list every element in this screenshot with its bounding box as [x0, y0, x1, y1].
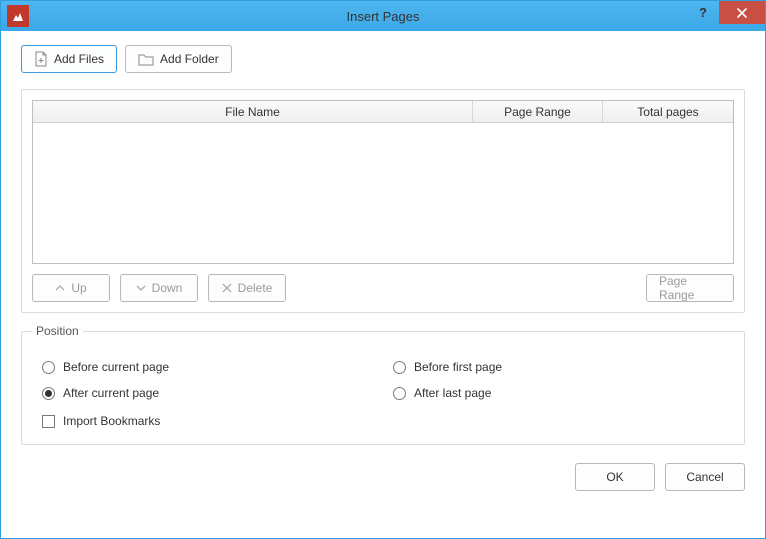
position-group: Position Before current page Before firs… — [21, 331, 745, 445]
table-body[interactable] — [33, 123, 733, 263]
app-icon — [7, 5, 29, 27]
ok-label: OK — [606, 470, 623, 484]
radio-icon — [393, 361, 406, 374]
ok-button[interactable]: OK — [575, 463, 655, 491]
radio-icon — [393, 387, 406, 400]
radio-icon — [42, 387, 55, 400]
position-legend: Position — [32, 324, 83, 338]
radio-icon — [42, 361, 55, 374]
files-group: File Name Page Range Total pages Up Down — [21, 89, 745, 313]
delete-label: Delete — [238, 281, 273, 295]
column-total-pages[interactable]: Total pages — [603, 101, 733, 122]
column-page-range[interactable]: Page Range — [473, 101, 603, 122]
move-up-button[interactable]: Up — [32, 274, 110, 302]
cancel-button[interactable]: Cancel — [665, 463, 745, 491]
add-files-button[interactable]: Add Files — [21, 45, 117, 73]
page-range-button[interactable]: Page Range — [646, 274, 734, 302]
chevron-up-icon — [55, 284, 65, 292]
files-table: File Name Page Range Total pages — [32, 100, 734, 264]
add-files-label: Add Files — [54, 52, 104, 66]
radio-label: After last page — [414, 386, 491, 400]
add-folder-button[interactable]: Add Folder — [125, 45, 232, 73]
radio-before-current[interactable]: Before current page — [42, 360, 373, 374]
file-actions-row: Up Down Delete Page Range — [32, 274, 734, 302]
radio-label: After current page — [63, 386, 159, 400]
table-header: File Name Page Range Total pages — [33, 101, 733, 123]
add-folder-label: Add Folder — [160, 52, 219, 66]
page-range-label: Page Range — [659, 274, 721, 302]
folder-plus-icon — [138, 52, 154, 66]
radio-before-first[interactable]: Before first page — [393, 360, 724, 374]
import-bookmarks-checkbox[interactable]: Import Bookmarks — [42, 414, 724, 428]
column-file-name[interactable]: File Name — [33, 101, 473, 122]
import-bookmarks-label: Import Bookmarks — [63, 414, 160, 428]
delete-button[interactable]: Delete — [208, 274, 286, 302]
dialog-footer: OK Cancel — [21, 463, 745, 491]
position-radio-grid: Before current page Before first page Af… — [42, 360, 724, 400]
cancel-label: Cancel — [686, 470, 723, 484]
add-toolbar: Add Files Add Folder — [21, 45, 745, 73]
close-button[interactable] — [719, 1, 765, 24]
file-plus-icon — [34, 51, 48, 67]
radio-label: Before current page — [63, 360, 169, 374]
radio-after-current[interactable]: After current page — [42, 386, 373, 400]
titlebar: Insert Pages ? — [1, 1, 765, 31]
x-icon — [222, 283, 232, 293]
radio-after-last[interactable]: After last page — [393, 386, 724, 400]
move-down-button[interactable]: Down — [120, 274, 198, 302]
move-up-label: Up — [71, 281, 86, 295]
help-button[interactable]: ? — [687, 1, 719, 24]
window-title: Insert Pages — [1, 9, 765, 24]
move-down-label: Down — [152, 281, 183, 295]
radio-label: Before first page — [414, 360, 502, 374]
checkbox-icon — [42, 415, 55, 428]
chevron-down-icon — [136, 284, 146, 292]
